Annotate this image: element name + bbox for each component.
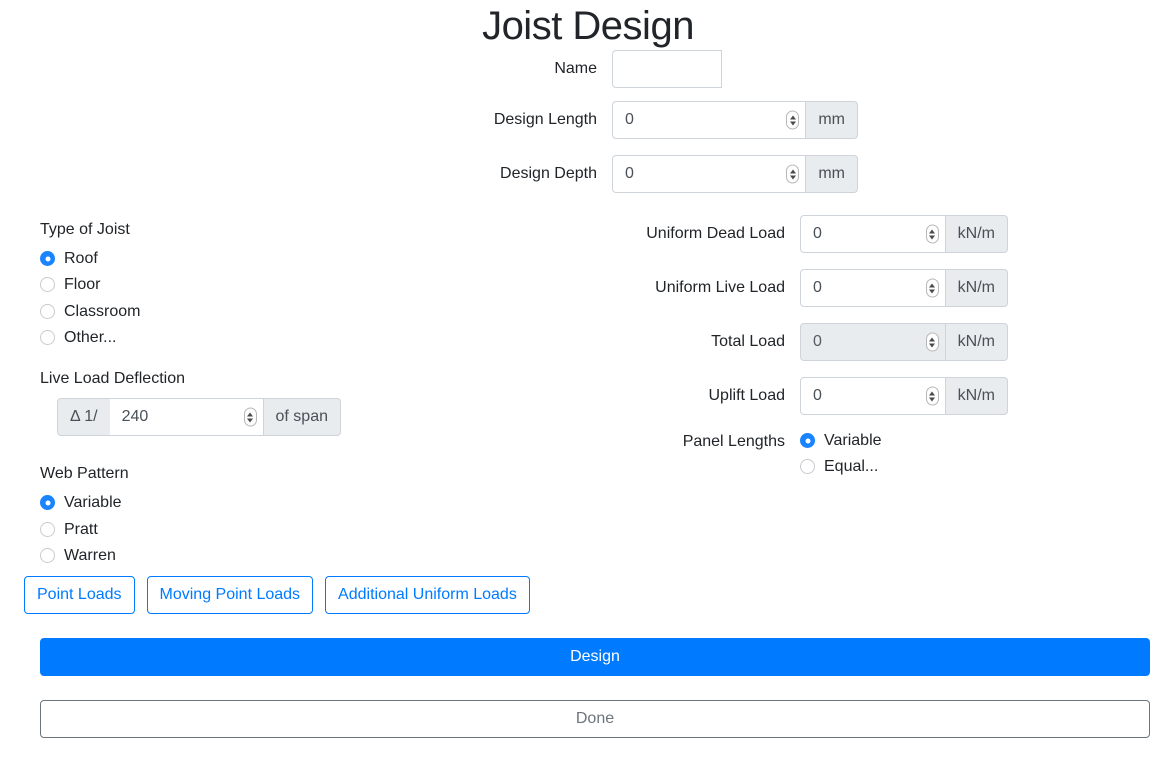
input-group-uniform-dead-load: 0 kN/m: [800, 215, 1008, 253]
radio-web-pattern-variable[interactable]: Variable: [40, 493, 370, 512]
radio-label: Floor: [64, 276, 101, 294]
radio-label: Classroom: [64, 302, 141, 320]
type-of-joist-heading: Type of Joist: [40, 221, 130, 238]
radio-checked-icon: [40, 251, 55, 267]
done-button[interactable]: Done: [40, 700, 1150, 738]
field-label-total-load: Total Load: [711, 333, 785, 351]
type-of-joist-group: Type of Joist Roof Floor Classroom Other…: [40, 220, 370, 347]
live-load-deflection-value: 240: [121, 408, 149, 426]
field-row-uplift-load: Uplift Load 0 kN/m: [600, 377, 1020, 415]
radio-unchecked-icon: [40, 329, 55, 345]
number-stepper-icon[interactable]: [925, 278, 939, 298]
field-row-panel-lengths: Panel Lengths Variable Equal...: [600, 431, 1020, 483]
input-group-design-length: 0 mm: [612, 101, 858, 139]
live-load-deflection-group: Live Load Deflection Δ 1/ 240 of span: [40, 369, 370, 437]
radio-panel-lengths-equal[interactable]: Equal...: [800, 457, 882, 476]
design-depth-unit: mm: [806, 155, 858, 193]
field-label-name: Name: [554, 60, 597, 78]
radio-unchecked-icon: [40, 521, 55, 537]
input-group-uplift-load: 0 kN/m: [800, 377, 1008, 415]
uniform-live-load-value: 0: [813, 279, 822, 296]
uniform-dead-load-input[interactable]: 0: [800, 215, 946, 253]
number-stepper-icon[interactable]: [243, 407, 257, 427]
web-pattern-group: Web Pattern Variable Pratt Warren: [40, 464, 370, 565]
name-input[interactable]: [612, 50, 722, 88]
radio-label: Equal...: [824, 458, 879, 476]
web-pattern-heading: Web Pattern: [40, 465, 129, 483]
field-label-uplift-load: Uplift Load: [708, 387, 786, 405]
radio-label: Warren: [64, 546, 116, 564]
point-loads-button[interactable]: Point Loads: [24, 576, 135, 614]
number-stepper-icon[interactable]: [925, 386, 939, 406]
number-stepper-icon: [925, 332, 939, 352]
load-buttons-row: Point Loads Moving Point Loads Additiona…: [24, 576, 530, 614]
uniform-dead-load-value: 0: [813, 225, 822, 242]
radio-checked-icon: [800, 433, 815, 449]
top-fields-section: Name Design Length 0 mm Design Depth 0 m…: [0, 50, 1176, 206]
radio-label: Pratt: [64, 520, 98, 538]
field-row-total-load: Total Load 0 kN/m: [600, 323, 1020, 361]
total-load-unit: kN/m: [945, 323, 1008, 361]
panel-lengths-group: Variable Equal...: [800, 431, 882, 483]
field-label-panel-lengths: Panel Lengths: [682, 433, 785, 450]
number-stepper-icon[interactable]: [786, 164, 800, 184]
input-group-live-load-deflection: Δ 1/ 240 of span: [57, 398, 341, 437]
left-column: Type of Joist Roof Floor Classroom Other…: [40, 220, 370, 572]
radio-web-pattern-pratt[interactable]: Pratt: [40, 520, 370, 539]
field-label-uniform-dead-load: Uniform Dead Load: [646, 225, 785, 243]
radio-panel-lengths-variable[interactable]: Variable: [800, 431, 882, 450]
field-row-design-depth: Design Depth 0 mm: [0, 155, 1176, 193]
radio-label: Other...: [64, 328, 117, 346]
field-row-name: Name: [0, 50, 1176, 88]
uniform-live-load-input[interactable]: 0: [800, 269, 946, 307]
input-group-design-depth: 0 mm: [612, 155, 858, 193]
field-label-design-length: Design Length: [493, 111, 597, 129]
radio-label: Variable: [64, 494, 122, 512]
page-title: Joist Design: [482, 4, 694, 48]
total-load-value: 0: [813, 333, 822, 350]
number-stepper-icon[interactable]: [786, 110, 800, 130]
radio-unchecked-icon: [40, 547, 55, 563]
right-column: Uniform Dead Load 0 kN/m Uniform Live Lo…: [600, 215, 1020, 499]
input-group-uniform-live-load: 0 kN/m: [800, 269, 1008, 307]
live-load-deflection-prefix: Δ 1/: [57, 398, 110, 437]
radio-type-of-joist-roof[interactable]: Roof: [40, 249, 370, 268]
field-label-uniform-live-load: Uniform Live Load: [655, 279, 785, 297]
uplift-load-input[interactable]: 0: [800, 377, 946, 415]
design-depth-value: 0: [625, 165, 634, 182]
uplift-load-unit: kN/m: [945, 377, 1008, 415]
design-button[interactable]: Design: [40, 638, 1150, 676]
live-load-deflection-suffix: of span: [263, 398, 341, 437]
design-depth-input[interactable]: 0: [612, 155, 807, 193]
uplift-load-value: 0: [813, 387, 822, 404]
uniform-live-load-unit: kN/m: [945, 269, 1008, 307]
input-group-total-load: 0 kN/m: [800, 323, 1008, 361]
additional-uniform-loads-button[interactable]: Additional Uniform Loads: [325, 576, 530, 614]
radio-checked-icon: [40, 495, 55, 511]
design-length-unit: mm: [806, 101, 858, 139]
radio-type-of-joist-classroom[interactable]: Classroom: [40, 302, 370, 321]
design-length-input[interactable]: 0: [612, 101, 807, 139]
radio-web-pattern-warren[interactable]: Warren: [40, 546, 370, 565]
field-row-design-length: Design Length 0 mm: [0, 101, 1176, 139]
field-label-design-depth: Design Depth: [500, 165, 597, 183]
total-load-input: 0: [800, 323, 946, 361]
radio-unchecked-icon: [40, 303, 55, 319]
number-stepper-icon[interactable]: [925, 224, 939, 244]
live-load-deflection-heading: Live Load Deflection: [40, 369, 185, 387]
radio-label: Variable: [824, 432, 882, 449]
design-length-value: 0: [625, 111, 634, 128]
radio-type-of-joist-other[interactable]: Other...: [40, 328, 370, 347]
radio-unchecked-icon: [40, 277, 55, 293]
moving-point-loads-button[interactable]: Moving Point Loads: [146, 576, 314, 614]
radio-type-of-joist-floor[interactable]: Floor: [40, 275, 370, 294]
uniform-dead-load-unit: kN/m: [945, 215, 1008, 253]
field-row-uniform-dead-load: Uniform Dead Load 0 kN/m: [600, 215, 1020, 253]
field-row-uniform-live-load: Uniform Live Load 0 kN/m: [600, 269, 1020, 307]
radio-label: Roof: [64, 250, 98, 268]
radio-unchecked-icon: [800, 459, 815, 475]
input-group-name: [612, 50, 722, 88]
live-load-deflection-input[interactable]: 240: [109, 398, 264, 437]
